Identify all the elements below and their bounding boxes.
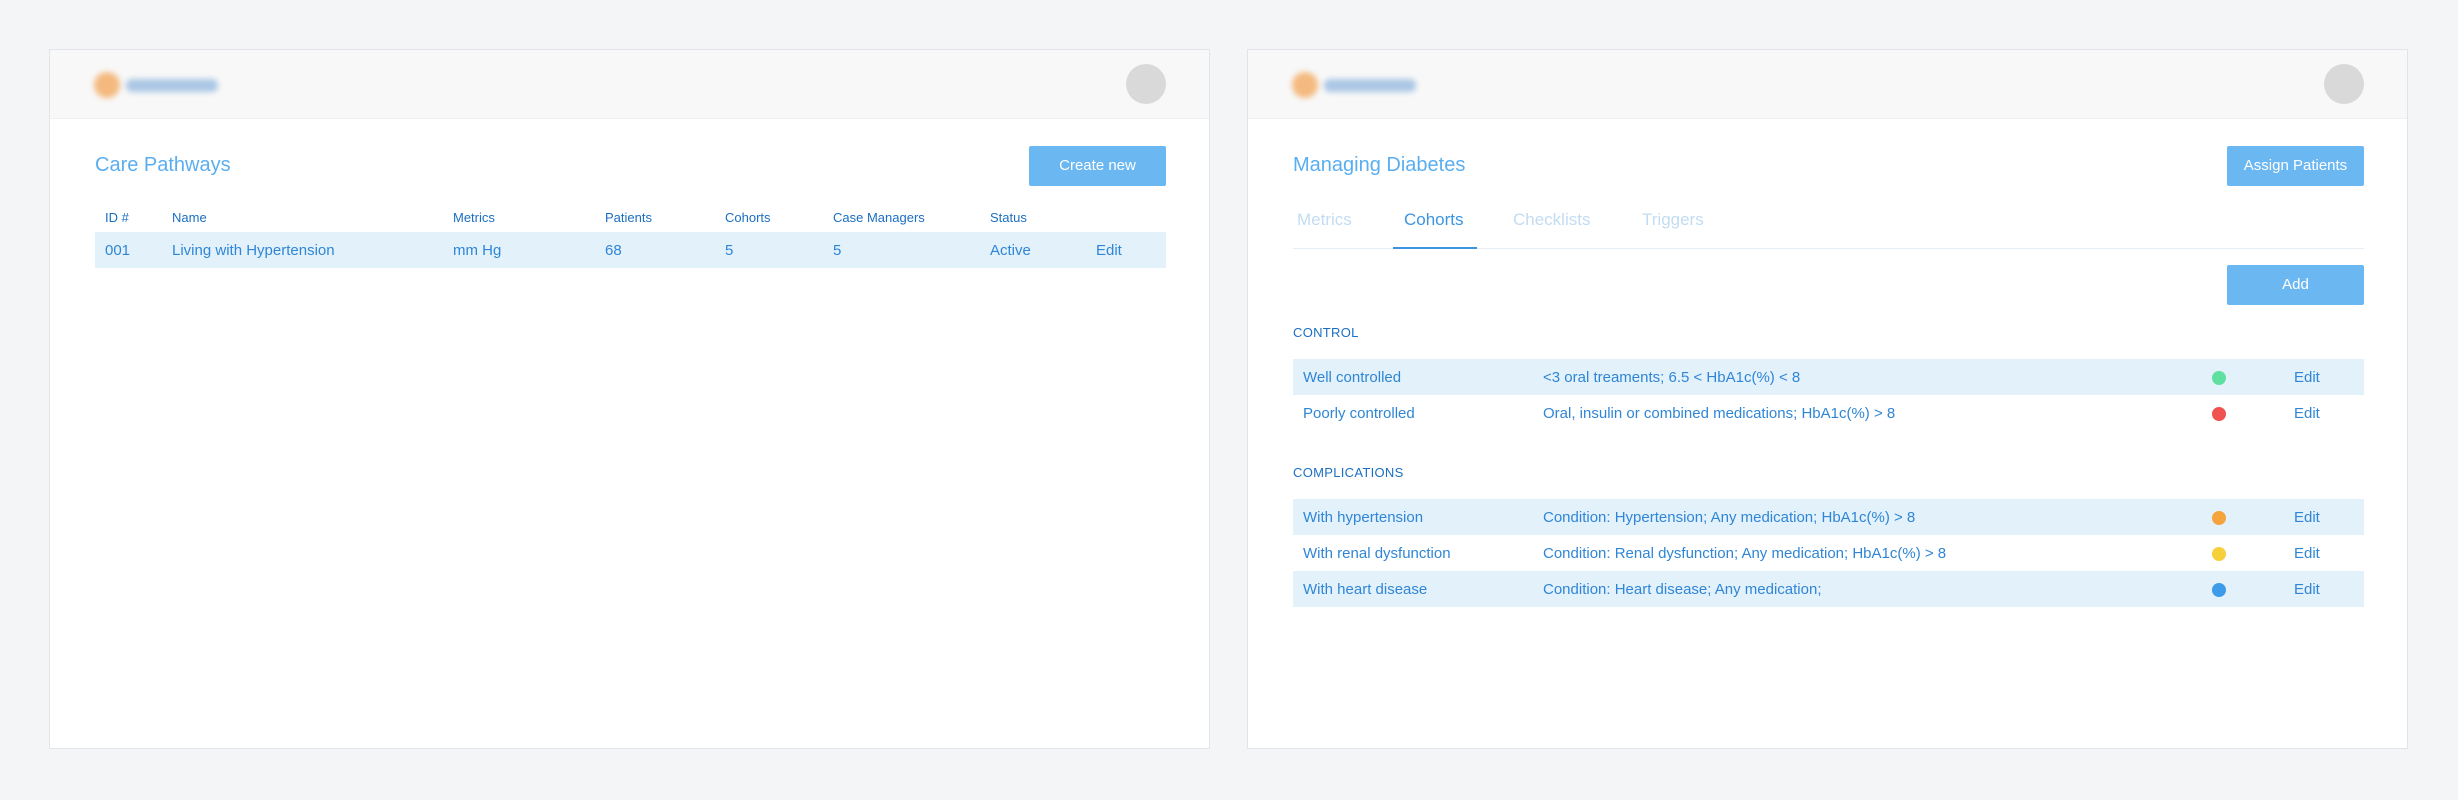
page-title: Managing Diabetes — [1293, 154, 1466, 176]
create-new-button[interactable]: Create new — [1029, 146, 1166, 186]
table-header: ID # Name Metrics Patients Cohorts Case … — [95, 206, 1166, 232]
tab-metrics[interactable]: Metrics — [1295, 210, 1354, 230]
avatar[interactable] — [1126, 64, 1166, 104]
row-case-managers: 5 — [833, 242, 842, 259]
row-edit-link[interactable]: Edit — [2294, 369, 2320, 386]
assign-patients-button[interactable]: Assign Patients — [2227, 146, 2364, 186]
row-id: 001 — [105, 242, 131, 259]
row-patients: 68 — [605, 242, 622, 259]
top-bar — [1248, 50, 2407, 119]
table-row[interactable]: 001 Living with Hypertension mm Hg 68 5 … — [95, 232, 1166, 268]
active-tab-indicator — [1393, 247, 1477, 249]
cohort-name: With renal dysfunction — [1303, 545, 1451, 562]
row-status: Active — [990, 242, 1031, 259]
column-header-name: Name — [172, 210, 207, 225]
page-title: Care Pathways — [95, 154, 231, 176]
cohort-criteria: Condition: Hypertension; Any medication;… — [1543, 509, 1916, 526]
column-header-patients: Patients — [605, 210, 652, 225]
cohort-name: With heart disease — [1303, 581, 1428, 598]
top-bar — [50, 50, 1209, 119]
logo — [1292, 70, 1420, 100]
status-dot-icon — [2212, 407, 2226, 421]
care-pathways-table: ID # Name Metrics Patients Cohorts Case … — [95, 206, 1166, 268]
row-edit-link[interactable]: Edit — [1096, 242, 1122, 259]
complications-cohorts-table: With hypertension Condition: Hypertensio… — [1293, 499, 2364, 607]
row-edit-link[interactable]: Edit — [2294, 545, 2320, 562]
control-cohorts-table: Well controlled <3 oral treaments; 6.5 <… — [1293, 359, 2364, 431]
cohort-criteria: Oral, insulin or combined medications; H… — [1543, 405, 1896, 422]
status-dot-icon — [2212, 547, 2226, 561]
section-label-complications: COMPLICATIONS — [1293, 465, 1404, 480]
table-row[interactable]: With hypertension Condition: Hypertensio… — [1293, 499, 2364, 535]
row-metrics: mm Hg — [453, 242, 502, 259]
cohort-criteria: <3 oral treaments; 6.5 < HbA1c(%) < 8 — [1543, 369, 1801, 386]
cohort-name: Well controlled — [1303, 369, 1402, 386]
table-row[interactable]: Well controlled <3 oral treaments; 6.5 <… — [1293, 359, 2364, 395]
avatar[interactable] — [2324, 64, 2364, 104]
table-row[interactable]: With heart disease Condition: Heart dise… — [1293, 571, 2364, 607]
care-pathways-panel: Care Pathways Create new ID # Name Metri… — [49, 49, 1210, 749]
cohort-criteria: Condition: Renal dysfunction; Any medica… — [1543, 545, 1947, 562]
status-dot-icon — [2212, 583, 2226, 597]
add-cohort-button[interactable]: Add — [2227, 265, 2364, 305]
tab-checklists[interactable]: Checklists — [1511, 210, 1592, 230]
row-edit-link[interactable]: Edit — [2294, 405, 2320, 422]
logo — [94, 70, 222, 100]
table-row[interactable]: With renal dysfunction Condition: Renal … — [1293, 535, 2364, 571]
tab-bar: Metrics Cohorts Checklists Triggers — [1293, 208, 2364, 249]
column-header-metrics: Metrics — [453, 210, 495, 225]
status-dot-icon — [2212, 511, 2226, 525]
cohort-criteria: Condition: Heart disease; Any medication… — [1543, 581, 1822, 598]
cohort-name: Poorly controlled — [1303, 405, 1415, 422]
row-edit-link[interactable]: Edit — [2294, 581, 2320, 598]
table-row[interactable]: Poorly controlled Oral, insulin or combi… — [1293, 395, 2364, 431]
column-header-status: Status — [990, 210, 1027, 225]
column-header-case-managers: Case Managers — [833, 210, 925, 225]
logo-mark-icon — [94, 72, 120, 98]
column-header-id: ID # — [105, 210, 129, 225]
status-dot-icon — [2212, 371, 2226, 385]
row-name[interactable]: Living with Hypertension — [172, 242, 335, 259]
row-cohorts: 5 — [725, 242, 734, 259]
tab-cohorts[interactable]: Cohorts — [1402, 210, 1466, 230]
section-label-control: CONTROL — [1293, 325, 1359, 340]
managing-diabetes-panel: Managing Diabetes Assign Patients Metric… — [1247, 49, 2408, 749]
logo-wordmark — [126, 79, 218, 92]
logo-mark-icon — [1292, 72, 1318, 98]
row-edit-link[interactable]: Edit — [2294, 509, 2320, 526]
column-header-cohorts: Cohorts — [725, 210, 771, 225]
logo-wordmark — [1324, 79, 1416, 92]
tab-triggers[interactable]: Triggers — [1640, 210, 1706, 230]
cohort-name: With hypertension — [1303, 509, 1424, 526]
